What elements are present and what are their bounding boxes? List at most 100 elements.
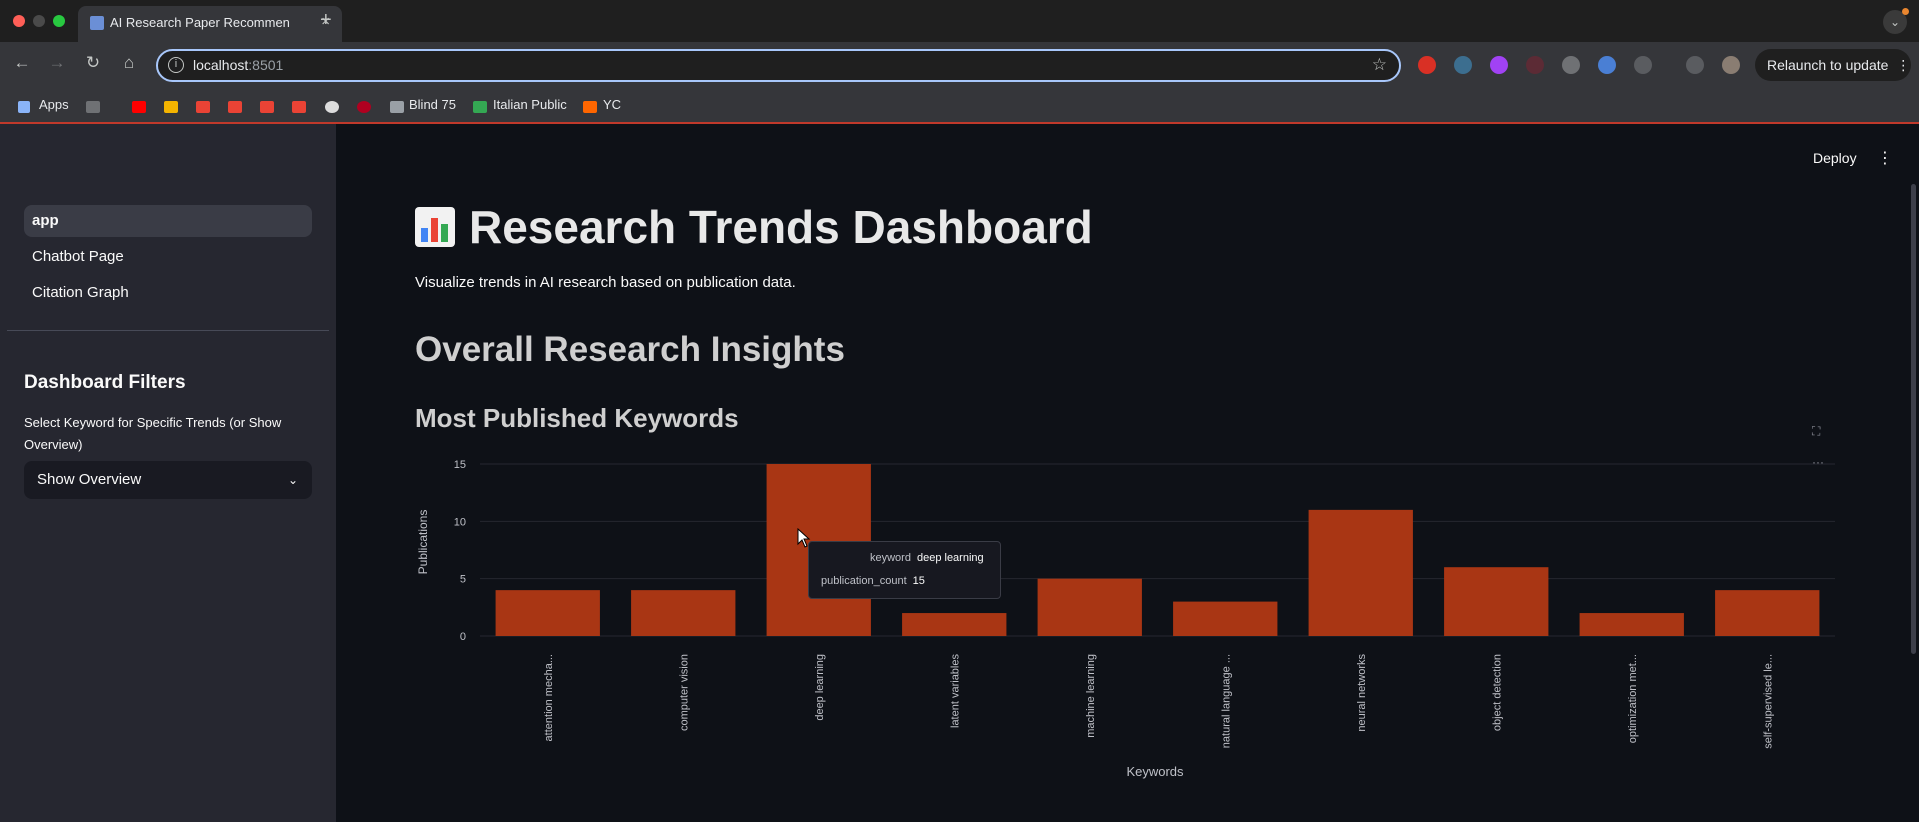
performance-icon[interactable]: [1686, 56, 1704, 74]
extensions-puzzle-icon[interactable]: [1634, 56, 1652, 74]
browser-menu-icon[interactable]: ⋮: [1896, 57, 1910, 73]
drive-icon: [473, 101, 487, 113]
chart-tooltip: keyword deep learning publication_count 15: [808, 541, 1001, 599]
bookmark-red-icon[interactable]: [357, 101, 371, 113]
x-tick-label: self-supervised le...: [1762, 654, 1774, 749]
relaunch-to-update-button[interactable]: Relaunch to update ⋮: [1755, 49, 1911, 81]
tooltip-count-label: publication_count: [821, 575, 907, 587]
chart-heading: Most Published Keywords: [415, 403, 739, 433]
y-tick-label: 5: [460, 574, 466, 586]
keywords-bar-chart: 0 5 10 15 attention mecha... computer vision…: [416, 459, 1835, 779]
sidebar-divider: [7, 330, 329, 331]
bar[interactable]: [1579, 613, 1684, 636]
filters-title: Dashboard Filters: [24, 372, 186, 393]
x-tick-label: object detection: [1491, 654, 1503, 731]
x-axis-label: Keywords: [1126, 764, 1184, 779]
maximize-window-button[interactable]: [53, 15, 65, 27]
react-devtools-icon[interactable]: [1454, 56, 1472, 74]
tab-favicon-icon: [90, 16, 104, 30]
adblock-extension-icon[interactable]: [1418, 56, 1436, 74]
bookmark-star-icon[interactable]: ☆: [1372, 55, 1387, 75]
blind-icon: [390, 101, 404, 113]
y-axis-label: Publications: [416, 510, 430, 575]
y-tick-label: 0: [460, 631, 466, 643]
site-info-icon[interactable]: i: [168, 57, 184, 73]
profile-avatar[interactable]: [1722, 56, 1740, 74]
y-tick-labels: 0 5 10 15: [454, 459, 466, 643]
tooltip-count-row: publication_count 15: [821, 575, 925, 587]
browser-toolbar: ← → ↻ ⌂ i localhost:8501 ☆: [0, 42, 1919, 88]
tooltip-keyword-row: keyword deep learning: [870, 552, 984, 564]
section-title: Overall Research Insights: [415, 330, 845, 369]
x-tick-label: machine learning: [1085, 654, 1097, 738]
extension-purple-icon[interactable]: [1490, 56, 1508, 74]
address-bar[interactable]: i localhost:8501 ☆: [156, 49, 1401, 82]
yc-icon: [583, 101, 597, 113]
bookmark-avatar-icon[interactable]: [325, 101, 339, 113]
bookmarks-bar: Apps Blind 75 Italian Public YC: [0, 88, 1919, 124]
x-tick-label: natural language ...: [1220, 654, 1232, 748]
home-icon[interactable]: ⌂: [117, 53, 141, 73]
bookmark-yc[interactable]: YC: [603, 97, 621, 112]
youtube-icon[interactable]: [132, 101, 146, 113]
gmail-icon[interactable]: [292, 101, 306, 113]
x-tick-label: optimization met...: [1627, 654, 1639, 743]
bar[interactable]: [495, 590, 600, 636]
tab-search-icon[interactable]: ⌄: [1883, 8, 1909, 34]
sidebar-item-app[interactable]: app: [24, 205, 312, 237]
bar[interactable]: [631, 590, 736, 636]
deploy-button[interactable]: Deploy: [1813, 150, 1857, 166]
x-tick-label: latent variables: [949, 654, 961, 728]
y-tick-label: 10: [454, 516, 466, 528]
url-host: localhost: [193, 57, 249, 73]
relaunch-label: Relaunch to update: [1767, 57, 1889, 73]
bar[interactable]: [1308, 509, 1413, 636]
x-tick-labels: attention mecha... computer vision deep le…: [543, 654, 1775, 749]
apps-grid-icon: [18, 101, 30, 113]
sidebar-item-chatbot-page[interactable]: Chatbot Page: [24, 241, 312, 273]
bar[interactable]: [902, 613, 1007, 636]
url-text: localhost:8501: [193, 57, 283, 73]
page-title: Research Trends Dashboard: [415, 200, 1093, 254]
tab-title: AI Research Paper Recommen: [110, 15, 290, 30]
x-tick-label: neural networks: [1356, 654, 1368, 732]
keyword-select-label: Select Keyword for Specific Trends (or S…: [24, 415, 282, 452]
recorder-extension-icon[interactable]: [1526, 56, 1544, 74]
gmail-icon[interactable]: [196, 101, 210, 113]
bar[interactable]: [1444, 567, 1549, 636]
scrollbar[interactable]: [1911, 184, 1916, 654]
gmail-icon[interactable]: [260, 101, 274, 113]
bar[interactable]: [1173, 601, 1278, 636]
fullscreen-icon[interactable]: ⛶: [1812, 424, 1820, 439]
bookmark-blind-75[interactable]: Blind 75: [409, 97, 456, 112]
page-caption: Visualize trends in AI research based on…: [415, 274, 796, 291]
url-port: :8501: [248, 57, 284, 73]
minimize-window-button[interactable]: [33, 15, 45, 27]
bar-chart-icon: [415, 207, 455, 247]
keyword-select[interactable]: Show Overview ⌄: [24, 461, 312, 499]
page-title-text: Research Trends Dashboard: [469, 201, 1093, 253]
bookmark-apps[interactable]: Apps: [39, 97, 69, 112]
close-window-button[interactable]: [13, 15, 25, 27]
keep-icon[interactable]: [164, 101, 178, 113]
reload-icon[interactable]: ↻: [81, 53, 105, 73]
keyword-select-value: Show Overview: [37, 471, 142, 488]
browser-tab-bar: AI Research Paper Recommen × + ⌄: [0, 0, 1919, 42]
extension-blue-icon[interactable]: [1598, 56, 1616, 74]
forward-icon[interactable]: →: [45, 53, 69, 73]
browser-tab[interactable]: AI Research Paper Recommen ×: [78, 6, 342, 42]
tooltip-keyword-value: deep learning: [916, 552, 984, 564]
new-tab-icon[interactable]: +: [320, 9, 332, 32]
chevron-down-icon: ⌄: [287, 473, 298, 487]
back-icon[interactable]: ←: [10, 53, 34, 73]
bar[interactable]: [1715, 590, 1820, 636]
chart-bars: [495, 464, 1820, 636]
main-menu-icon[interactable]: ⋮: [1877, 148, 1893, 168]
bookmark-italian-public[interactable]: Italian Public: [493, 97, 567, 112]
bar[interactable]: [1037, 578, 1142, 636]
globe-extension-icon[interactable]: [1562, 56, 1580, 74]
tab-groups-icon[interactable]: [86, 101, 100, 113]
gmail-icon[interactable]: [228, 101, 242, 113]
sidebar-item-citation-graph[interactable]: Citation Graph: [24, 277, 312, 309]
x-tick-label: computer vision: [678, 654, 690, 731]
